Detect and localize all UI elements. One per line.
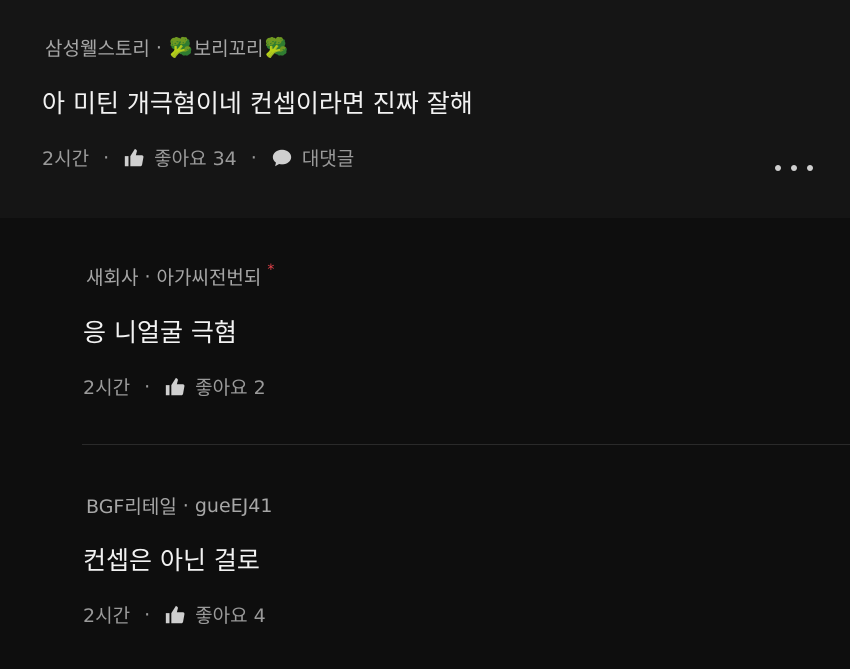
- thumbs-up-icon[interactable]: [164, 604, 186, 626]
- reply-author-line: BGF리테일 · gueEJ41: [86, 492, 272, 519]
- broccoli-emoji: 🥦: [264, 37, 289, 59]
- like-count[interactable]: 좋아요 4: [195, 601, 266, 628]
- speech-bubble-icon[interactable]: [271, 147, 293, 169]
- broccoli-emoji: 🥦: [168, 37, 193, 59]
- reply-actions: 2시간 · 좋아요 2: [83, 373, 266, 400]
- reply-button[interactable]: 대댓글: [302, 144, 354, 171]
- timestamp: 2시간: [83, 605, 131, 627]
- separator-dot: ·: [144, 375, 151, 398]
- reply-text: 컨셉은 아닌 걸로: [83, 546, 260, 575]
- reply-text: 응 니얼굴 극혐: [83, 318, 237, 347]
- more-dot: [775, 165, 781, 171]
- company-name[interactable]: 새회사: [86, 263, 138, 290]
- separator-dot: ·: [182, 494, 189, 517]
- main-comment-author-line: 삼성웰스토리 · 🥦 보리꼬리 🥦: [45, 34, 289, 61]
- main-comment-actions: 2시간 · 좋아요 34 · 대댓글: [42, 144, 354, 171]
- like-count[interactable]: 좋아요 2: [195, 373, 266, 400]
- separator-dot: ·: [103, 146, 110, 169]
- thumbs-up-icon[interactable]: [164, 376, 186, 398]
- timestamp: 2시간: [83, 377, 131, 399]
- nickname[interactable]: 아가씨전번되: [157, 263, 262, 290]
- reply-actions: 2시간 · 좋아요 4: [83, 601, 266, 628]
- timestamp: 2시간: [42, 148, 90, 170]
- separator-dot: ·: [144, 265, 151, 288]
- main-comment-text: 아 미틴 개극혐이네 컨셉이라면 진짜 잘해: [42, 89, 473, 118]
- more-dot: [791, 165, 797, 171]
- more-dot: [807, 165, 813, 171]
- red-badge-icon: *: [267, 261, 275, 278]
- nickname[interactable]: gueEJ41: [195, 495, 273, 517]
- nickname[interactable]: 보리꼬리: [194, 34, 264, 61]
- company-name[interactable]: 삼성웰스토리: [45, 34, 150, 61]
- reply-divider: [82, 444, 850, 445]
- thumbs-up-icon[interactable]: [123, 147, 145, 169]
- company-name[interactable]: BGF리테일: [86, 492, 177, 519]
- separator-dot: ·: [250, 146, 257, 169]
- reply-author-line: 새회사 · 아가씨전번되 *: [86, 261, 275, 290]
- like-count[interactable]: 좋아요 34: [154, 144, 237, 171]
- separator-dot: ·: [144, 603, 151, 626]
- more-options-button[interactable]: [775, 155, 813, 181]
- separator-dot: ·: [155, 36, 162, 59]
